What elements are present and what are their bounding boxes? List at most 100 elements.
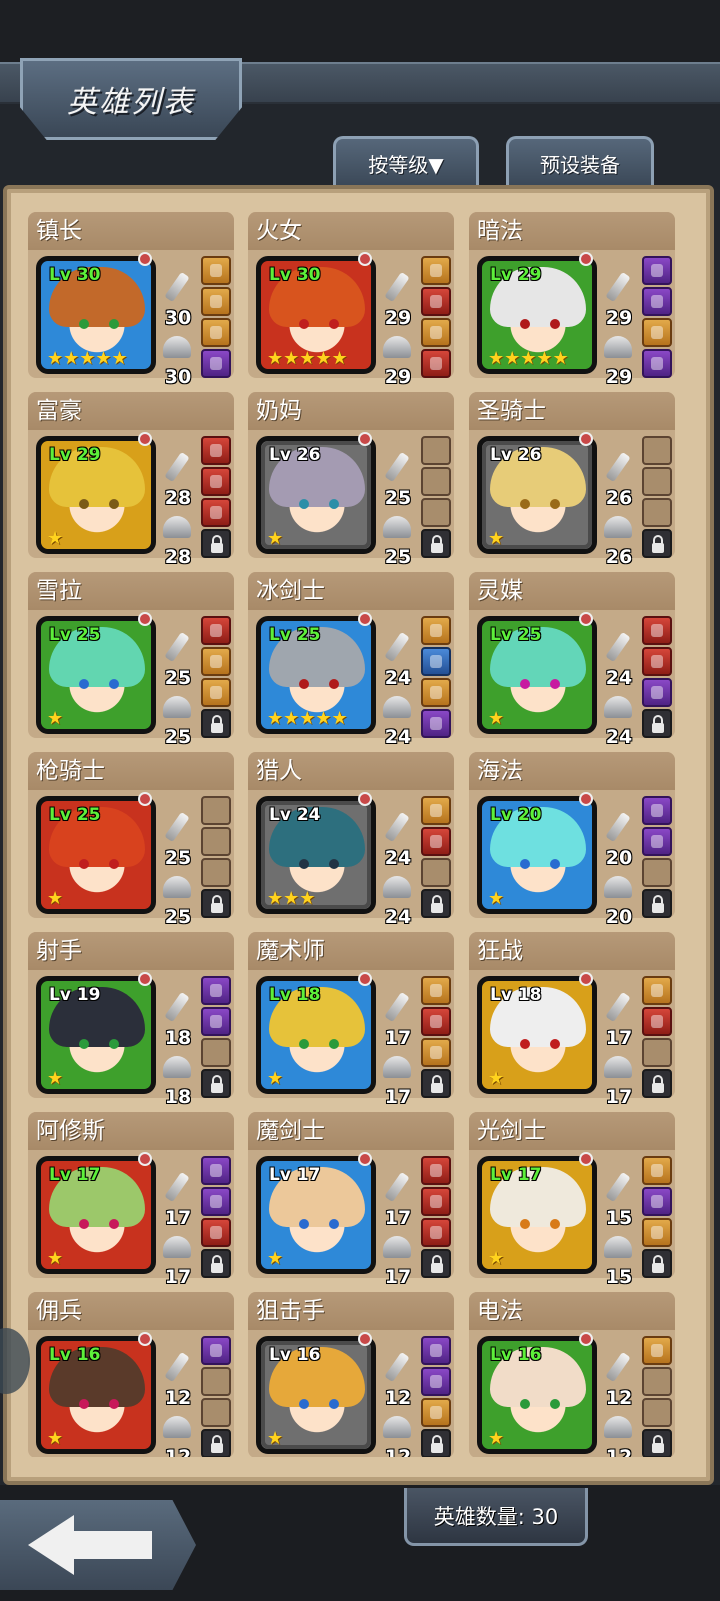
equipment-slot[interactable] [642, 647, 672, 676]
hero-portrait[interactable]: Lv 18 ★ [256, 976, 376, 1094]
equipment-slot[interactable] [421, 827, 451, 856]
equipment-slot[interactable] [201, 1187, 231, 1216]
equipment-slot[interactable] [421, 858, 451, 887]
equipment-slot[interactable] [421, 647, 451, 676]
equipment-slot[interactable] [201, 1367, 231, 1396]
hero-card[interactable]: 圣骑士 Lv 26 ★ 26 26 [469, 392, 675, 568]
hero-portrait[interactable]: Lv 30 ★★★★★ [256, 256, 376, 374]
hero-card[interactable]: 雪拉 Lv 25 ★ 25 25 [28, 572, 234, 748]
hero-card[interactable]: 灵媒 Lv 25 ★ 24 24 [469, 572, 675, 748]
back-button[interactable] [0, 1500, 196, 1590]
hero-card[interactable]: 猎人 Lv 24 ★★★ 24 24 [248, 752, 454, 928]
equipment-slot[interactable] [642, 349, 672, 378]
hero-card[interactable]: 奶妈 Lv 26 ★ 25 25 [248, 392, 454, 568]
hero-card[interactable]: 光剑士 Lv 17 ★ 15 15 [469, 1112, 675, 1288]
preset-equipment-button[interactable]: 预设装备 [506, 136, 654, 188]
equipment-slot[interactable] [201, 976, 231, 1005]
hero-card[interactable]: 佣兵 Lv 16 ★ 12 12 [28, 1292, 234, 1457]
equipment-slot[interactable] [421, 796, 451, 825]
locked-slot-lock-icon[interactable] [421, 889, 451, 918]
locked-slot-lock-icon[interactable] [201, 1069, 231, 1098]
hero-card[interactable]: 火女 Lv 30 ★★★★★ 29 29 [248, 212, 454, 388]
hero-portrait[interactable]: Lv 17 ★ [477, 1156, 597, 1274]
equipment-slot[interactable] [642, 678, 672, 707]
equipment-slot[interactable] [201, 1218, 231, 1247]
hero-portrait[interactable]: Lv 24 ★★★ [256, 796, 376, 914]
hero-card[interactable]: 魔术师 Lv 18 ★ 17 17 [248, 932, 454, 1108]
equipment-slot[interactable] [201, 349, 231, 378]
hero-portrait[interactable]: Lv 16 ★ [256, 1336, 376, 1454]
equipment-slot[interactable] [201, 436, 231, 465]
equipment-slot[interactable] [421, 709, 451, 738]
equipment-slot[interactable] [201, 1336, 231, 1365]
locked-slot-lock-icon[interactable] [642, 529, 672, 558]
hero-portrait[interactable]: Lv 25 ★ [477, 616, 597, 734]
equipment-slot[interactable] [642, 287, 672, 316]
equipment-slot[interactable] [642, 858, 672, 887]
equipment-slot[interactable] [201, 827, 231, 856]
hero-portrait[interactable]: Lv 25 ★ [36, 796, 156, 914]
hero-card[interactable]: 富豪 Lv 29 ★ 28 28 [28, 392, 234, 568]
hero-portrait[interactable]: Lv 17 ★ [256, 1156, 376, 1274]
locked-slot-lock-icon[interactable] [201, 1429, 231, 1457]
hero-card[interactable]: 狙击手 Lv 16 ★ 12 12 [248, 1292, 454, 1457]
equipment-slot[interactable] [201, 318, 231, 347]
locked-slot-lock-icon[interactable] [421, 1069, 451, 1098]
equipment-slot[interactable] [421, 1156, 451, 1185]
hero-portrait[interactable]: Lv 20 ★ [477, 796, 597, 914]
equipment-slot[interactable] [421, 1007, 451, 1036]
equipment-slot[interactable] [201, 1007, 231, 1036]
hero-card[interactable]: 狂战 Lv 18 ★ 17 17 [469, 932, 675, 1108]
hero-card[interactable]: 冰剑士 Lv 25 ★★★★★ 24 24 [248, 572, 454, 748]
hero-portrait[interactable]: Lv 29 ★★★★★ [477, 256, 597, 374]
equipment-slot[interactable] [642, 436, 672, 465]
equipment-slot[interactable] [421, 1187, 451, 1216]
equipment-slot[interactable] [421, 318, 451, 347]
equipment-slot[interactable] [421, 256, 451, 285]
hero-card[interactable]: 暗法 Lv 29 ★★★★★ 29 29 [469, 212, 675, 388]
locked-slot-lock-icon[interactable] [642, 1249, 672, 1278]
equipment-slot[interactable] [201, 1038, 231, 1067]
hero-portrait[interactable]: Lv 18 ★ [477, 976, 597, 1094]
hero-card[interactable]: 射手 Lv 19 ★ 18 18 [28, 932, 234, 1108]
equipment-slot[interactable] [642, 1038, 672, 1067]
hero-portrait[interactable]: Lv 29 ★ [36, 436, 156, 554]
equipment-slot[interactable] [642, 1218, 672, 1247]
equipment-slot[interactable] [201, 467, 231, 496]
equipment-slot[interactable] [421, 498, 451, 527]
hero-portrait[interactable]: Lv 25 ★★★★★ [256, 616, 376, 734]
equipment-slot[interactable] [201, 498, 231, 527]
hero-portrait[interactable]: Lv 17 ★ [36, 1156, 156, 1274]
equipment-slot[interactable] [421, 436, 451, 465]
hero-portrait[interactable]: Lv 16 ★ [477, 1336, 597, 1454]
equipment-slot[interactable] [642, 498, 672, 527]
equipment-slot[interactable] [642, 796, 672, 825]
locked-slot-lock-icon[interactable] [421, 1249, 451, 1278]
hero-portrait[interactable]: Lv 26 ★ [256, 436, 376, 554]
hero-portrait[interactable]: Lv 16 ★ [36, 1336, 156, 1454]
equipment-slot[interactable] [642, 1398, 672, 1427]
hero-card[interactable]: 电法 Lv 16 ★ 12 12 [469, 1292, 675, 1457]
locked-slot-lock-icon[interactable] [201, 1249, 231, 1278]
hero-grid[interactable]: 镇长 Lv 30 ★★★★★ 30 30 火女 Lv 30 ★★★★★ 29 29 暗法 Lv 29 ★… [28, 212, 693, 1457]
hero-card[interactable]: 枪骑士 Lv 25 ★ 25 25 [28, 752, 234, 928]
equipment-slot[interactable] [201, 616, 231, 645]
equipment-slot[interactable] [642, 1156, 672, 1185]
equipment-slot[interactable] [421, 287, 451, 316]
equipment-slot[interactable] [421, 1367, 451, 1396]
locked-slot-lock-icon[interactable] [642, 1069, 672, 1098]
equipment-slot[interactable] [201, 858, 231, 887]
equipment-slot[interactable] [421, 678, 451, 707]
equipment-slot[interactable] [421, 1398, 451, 1427]
equipment-slot[interactable] [642, 1336, 672, 1365]
equipment-slot[interactable] [642, 1367, 672, 1396]
locked-slot-lock-icon[interactable] [201, 889, 231, 918]
equipment-slot[interactable] [201, 1156, 231, 1185]
hero-card[interactable]: 阿修斯 Lv 17 ★ 17 17 [28, 1112, 234, 1288]
hero-portrait[interactable]: Lv 30 ★★★★★ [36, 256, 156, 374]
hero-portrait[interactable]: Lv 19 ★ [36, 976, 156, 1094]
hero-portrait[interactable]: Lv 25 ★ [36, 616, 156, 734]
hero-card[interactable]: 海法 Lv 20 ★ 20 20 [469, 752, 675, 928]
equipment-slot[interactable] [642, 616, 672, 645]
equipment-slot[interactable] [642, 827, 672, 856]
